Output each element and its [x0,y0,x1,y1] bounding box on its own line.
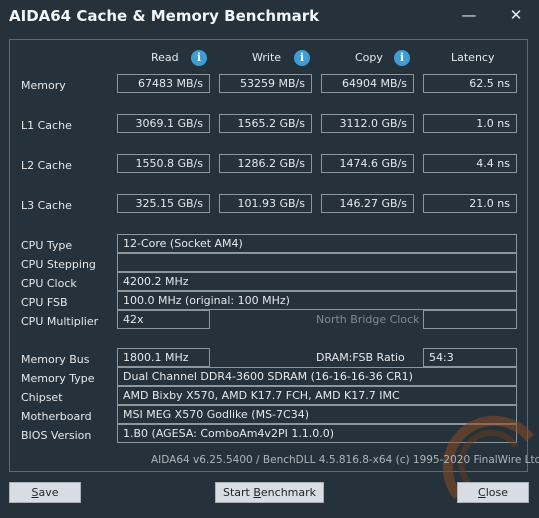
dram-fsb-ratio-label: DRAM:FSB Ratio [316,351,405,364]
start-label: enchmark [260,486,317,499]
l1-row-label: L1 Cache [21,119,72,132]
close-button[interactable]: Close [457,482,529,503]
close-icon[interactable]: ✕ [503,4,529,26]
north-bridge-clock-label: North Bridge Clock [316,313,420,326]
l2-copy-value: 1474.6 GB/s [321,154,414,173]
column-latency: Latency [451,51,495,64]
column-copy: Copy [355,51,383,64]
memory-type-label: Memory Type [21,372,95,385]
start-benchmark-button[interactable]: Start Benchmark [215,482,324,503]
start-prefix: Start [222,486,254,499]
motherboard-label: Motherboard [21,410,92,423]
cpu-type-value: 12-Core (Socket AM4) [117,234,517,253]
l2-read-value: 1550.8 GB/s [117,154,210,173]
cpu-stepping-value [117,253,517,272]
l1-write-value: 1565.2 GB/s [219,114,312,133]
save-label: ave [38,486,59,499]
l3-write-value: 101.93 GB/s [219,194,312,213]
column-read: Read [151,51,179,64]
l2-write-value: 1286.2 GB/s [219,154,312,173]
l2-latency-value: 4.4 ns [423,154,517,173]
title-bar: AIDA64 Cache & Memory Benchmark — ✕ [0,0,539,34]
minimize-icon[interactable]: — [456,4,482,26]
l3-read-value: 325.15 GB/s [117,194,210,213]
column-write: Write [252,51,282,64]
dram-fsb-ratio-value: 54:3 [423,348,517,367]
l2-row-label: L2 Cache [21,159,72,172]
memory-copy-value: 64904 MB/s [321,74,414,93]
memory-bus-value: 1800.1 MHz [117,348,210,367]
l3-copy-value: 146.27 GB/s [321,194,414,213]
footer-version: AIDA64 v6.25.5400 / BenchDLL 4.5.816.8-x… [151,454,539,466]
window-title: AIDA64 Cache & Memory Benchmark [9,7,320,25]
close-hotkey: C [478,486,486,499]
memory-type-value: Dual Channel DDR4-3600 SDRAM (16-16-16-3… [117,367,517,386]
memory-row-label: Memory [21,79,66,92]
memory-latency-value: 62.5 ns [423,74,517,93]
cpu-clock-value: 4200.2 MHz [117,272,517,291]
info-icon[interactable]: i [191,50,207,66]
l3-latency-value: 21.0 ns [423,194,517,213]
memory-bus-label: Memory Bus [21,353,90,366]
chipset-label: Chipset [21,391,63,404]
cpu-multiplier-value: 42x [117,310,210,329]
cpu-type-label: CPU Type [21,239,73,252]
save-button[interactable]: Save [9,482,81,503]
bios-version-label: BIOS Version [21,429,92,442]
info-icon[interactable]: i [294,50,310,66]
l1-read-value: 3069.1 GB/s [117,114,210,133]
l1-latency-value: 1.0 ns [423,114,517,133]
cpu-fsb-value: 100.0 MHz (original: 100 MHz) [117,291,517,310]
l1-copy-value: 3112.0 GB/s [321,114,414,133]
info-icon[interactable]: i [394,50,410,66]
north-bridge-clock-value [423,310,517,329]
cpu-stepping-label: CPU Stepping [21,258,96,271]
chipset-value: AMD Bixby X570, AMD K17.7 FCH, AMD K17.7… [117,386,517,405]
memory-read-value: 67483 MB/s [117,74,210,93]
memory-write-value: 53259 MB/s [219,74,312,93]
cpu-multiplier-label: CPU Multiplier [21,315,99,328]
cpu-fsb-label: CPU FSB [21,296,68,309]
l3-row-label: L3 Cache [21,199,72,212]
cpu-clock-label: CPU Clock [21,277,77,290]
close-label: lose [485,486,508,499]
start-hotkey: B [253,486,261,499]
